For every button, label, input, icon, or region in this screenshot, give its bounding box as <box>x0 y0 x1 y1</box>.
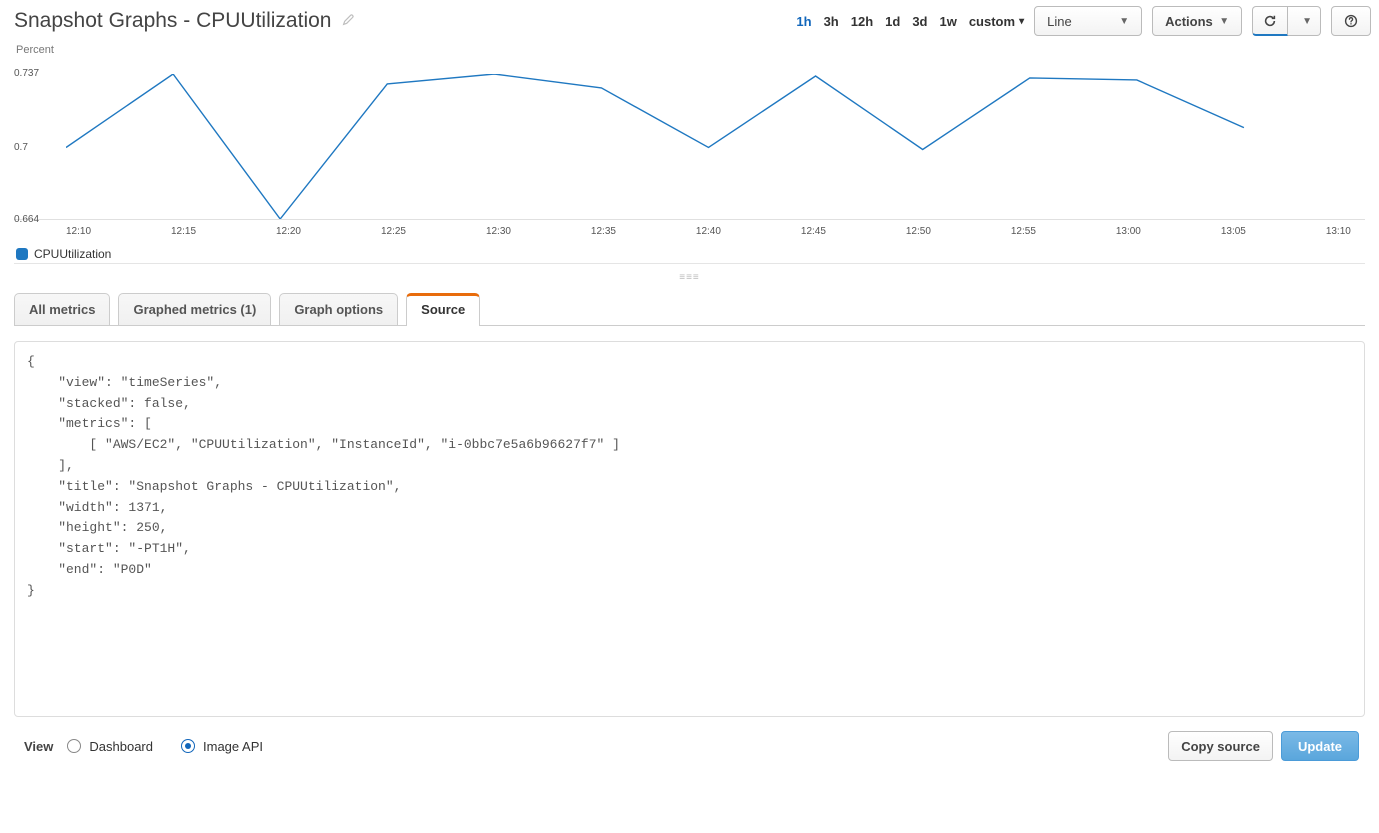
chart-type-selected: Line <box>1047 14 1072 29</box>
copy-source-label: Copy source <box>1181 739 1260 754</box>
edit-title-icon[interactable] <box>341 13 355 30</box>
chevron-down-icon: ▼ <box>1302 16 1312 27</box>
time-range-1w[interactable]: 1w <box>939 14 956 29</box>
radio-icon <box>67 739 81 753</box>
xtick: 13:10 <box>1326 226 1351 237</box>
chart-area[interactable]: 0.6640.70.737 <box>14 60 1365 220</box>
chart-type-select[interactable]: Line ▼ <box>1034 6 1142 36</box>
view-radio-dashboard[interactable]: Dashboard <box>67 739 153 754</box>
time-range-picker: 1h 3h 12h 1d 3d 1w custom▾ <box>796 14 1024 29</box>
ytick: 0.664 <box>14 214 62 225</box>
refresh-button[interactable] <box>1252 6 1288 36</box>
refresh-button-group: ▼ <box>1252 6 1321 36</box>
view-radio-group: Dashboard Image API <box>67 739 263 754</box>
tab-graphed-metrics-1[interactable]: Graphed metrics (1) <box>118 293 271 326</box>
time-range-3d[interactable]: 3d <box>912 14 927 29</box>
page-title: Snapshot Graphs - CPUUtilization <box>14 9 331 33</box>
refresh-dropdown-button[interactable]: ▼ <box>1288 6 1321 36</box>
xtick: 12:45 <box>801 226 826 237</box>
update-button[interactable]: Update <box>1281 731 1359 761</box>
chart-line-svg <box>66 74 1351 219</box>
refresh-icon <box>1263 14 1277 28</box>
xtick: 12:15 <box>171 226 196 237</box>
actions-button[interactable]: Actions ▼ <box>1152 6 1242 36</box>
xtick: 12:35 <box>591 226 616 237</box>
xtick: 12:10 <box>66 226 91 237</box>
chevron-down-icon: ▼ <box>1119 16 1129 27</box>
radio-icon <box>181 739 195 753</box>
radio-label: Dashboard <box>89 739 153 754</box>
xtick: 12:20 <box>276 226 301 237</box>
tab-graph-options[interactable]: Graph options <box>279 293 398 326</box>
time-range-1h[interactable]: 1h <box>796 14 811 29</box>
time-range-custom[interactable]: custom▾ <box>969 14 1024 29</box>
chevron-down-icon: ▼ <box>1219 16 1229 27</box>
xtick: 12:55 <box>1011 226 1036 237</box>
chevron-down-icon: ▾ <box>1019 16 1024 27</box>
radio-label: Image API <box>203 739 263 754</box>
ytick: 0.7 <box>14 142 62 153</box>
tab-source[interactable]: Source <box>406 293 480 326</box>
xtick: 13:05 <box>1221 226 1246 237</box>
xtick: 12:30 <box>486 226 511 237</box>
time-range-1d[interactable]: 1d <box>885 14 900 29</box>
help-icon <box>1344 14 1358 28</box>
tabs: All metricsGraphed metrics (1)Graph opti… <box>14 293 1365 326</box>
time-range-12h[interactable]: 12h <box>851 14 873 29</box>
tab-all-metrics[interactable]: All metrics <box>14 293 110 326</box>
copy-source-button[interactable]: Copy source <box>1168 731 1273 761</box>
chart-ylabel: Percent <box>16 44 1365 56</box>
xtick: 12:50 <box>906 226 931 237</box>
source-panel: { "view": "timeSeries", "stacked": false… <box>14 341 1365 761</box>
xtick: 12:40 <box>696 226 721 237</box>
legend-swatch <box>16 248 28 260</box>
source-json-textarea[interactable]: { "view": "timeSeries", "stacked": false… <box>14 341 1365 717</box>
chart-xaxis: 12:10 12:15 12:20 12:25 12:30 12:35 12:40 12:45… <box>66 226 1351 237</box>
help-button[interactable] <box>1331 6 1371 36</box>
actions-label: Actions <box>1165 14 1213 29</box>
time-range-3h[interactable]: 3h <box>824 14 839 29</box>
xtick: 13:00 <box>1116 226 1141 237</box>
ytick: 0.737 <box>14 68 62 79</box>
separator <box>14 263 1365 264</box>
update-label: Update <box>1298 739 1342 754</box>
resize-grip[interactable]: ≡≡≡ <box>8 272 1371 283</box>
view-radio-image-api[interactable]: Image API <box>181 739 263 754</box>
chart-legend[interactable]: CPUUtilization <box>16 247 1365 261</box>
view-label: View <box>24 739 53 754</box>
chart-panel: Percent 0.6640.70.737 12:1012:1512:2012:… <box>14 44 1365 261</box>
xtick: 12:25 <box>381 226 406 237</box>
legend-label: CPUUtilization <box>34 247 111 261</box>
